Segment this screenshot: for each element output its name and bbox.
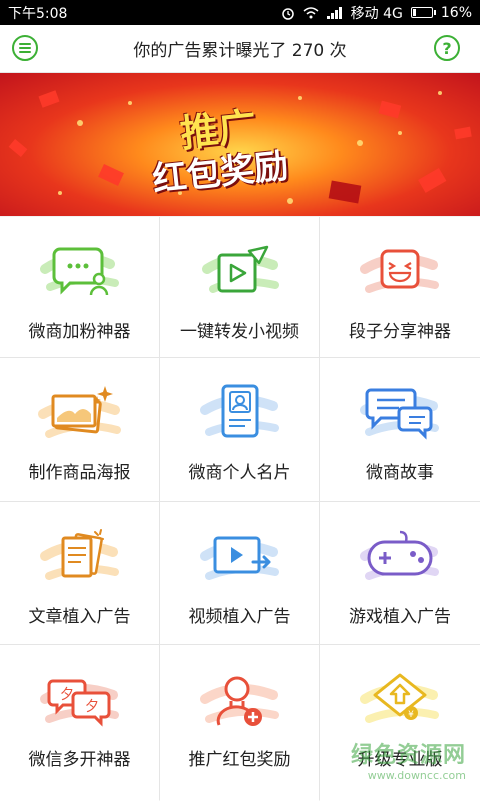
watermark-title: 绿色资源网 [350,743,466,768]
multi-open-icon: 夕 夕 [39,679,119,727]
user-add-icon [199,676,279,726]
grid-item-label: 微信多开神器 [28,750,131,770]
banner-line2: 红包奖励 [150,145,291,200]
grid-item-make-poster[interactable]: 制作商品海报 [0,358,159,501]
menu-button[interactable] [12,35,38,61]
banner-title: 推广 红包奖励 [151,95,322,200]
grid-item-label: 制作商品海报 [28,463,131,483]
svg-text:夕: 夕 [85,699,99,715]
grid-item-label: 微商故事 [366,463,434,483]
menu-icon [19,43,31,53]
grid-item-label: 游戏植入广告 [349,607,451,627]
grid-item-label: 推广红包奖励 [188,750,291,770]
video-forward-icon [201,245,279,293]
grid-item-video-ad[interactable]: 视频植入广告 [160,502,319,644]
grid-item-red-packet[interactable]: 推广红包奖励 [160,645,319,801]
gamepad-icon [360,530,439,580]
help-button[interactable]: ? [434,35,460,61]
battery-icon [410,7,436,18]
status-icons: 移动 4G 16% [281,3,472,23]
promo-banner[interactable]: 推广 红包奖励 [0,73,480,216]
grid-item-joke-share[interactable]: 段子分享神器 [320,217,480,357]
carrier-label: 移动 4G [350,5,403,22]
watermark: 绿色资源网 www.downcc.com [351,737,466,782]
feature-grid: 微商加粉神器 一键转发小视频 段子分享神器 制作商品海报 微商个人名片 微商故事… [0,217,480,801]
wifi-icon [303,6,319,18]
grid-item-label: 一键转发小视频 [180,322,299,342]
status-time: 下午5:08 [8,5,68,22]
grid-item-label: 视频植入广告 [188,607,291,627]
grid-item-label: 微商加粉神器 [28,322,131,342]
grid-item-article-ad[interactable]: 文章植入广告 [0,502,159,644]
grid-item-label: 文章植入广告 [28,607,131,627]
grid-item-label: 段子分享神器 [349,322,451,342]
grid-item-game-ad[interactable]: 游戏植入广告 [320,502,480,644]
help-icon: ? [442,38,452,58]
exposure-count-title: 你的广告累计曝光了 270 次 [133,41,347,61]
grid-item-label: 微商个人名片 [188,463,291,483]
status-bar: 下午5:08 移动 4G 16% [0,0,480,25]
battery-percent: 16% [440,4,472,21]
signal-icon [326,6,342,19]
story-chat-icon [360,388,439,440]
business-card-icon [199,384,279,438]
grid-item-add-fans[interactable]: 微商加粉神器 [0,217,159,357]
upgrade-icon: ¥ [360,673,439,723]
grid-item-forward-video[interactable]: 一键转发小视频 [160,217,319,357]
poster-image-icon [37,386,121,438]
article-icon [39,529,119,580]
alarm-icon [281,7,294,20]
grid-item-business-card[interactable]: 微商个人名片 [160,358,319,501]
svg-text:¥: ¥ [408,710,414,720]
chat-add-friends-icon [39,247,119,296]
grid-item-story[interactable]: 微商故事 [320,358,480,501]
grid-item-multi-open[interactable]: 夕 夕 微信多开神器 [0,645,159,801]
video-ad-icon [199,536,279,580]
header-bar: 你的广告累计曝光了 270 次 ? [0,25,480,73]
watermark-url: www.downcc.com [367,769,466,782]
laugh-face-icon [360,249,439,293]
